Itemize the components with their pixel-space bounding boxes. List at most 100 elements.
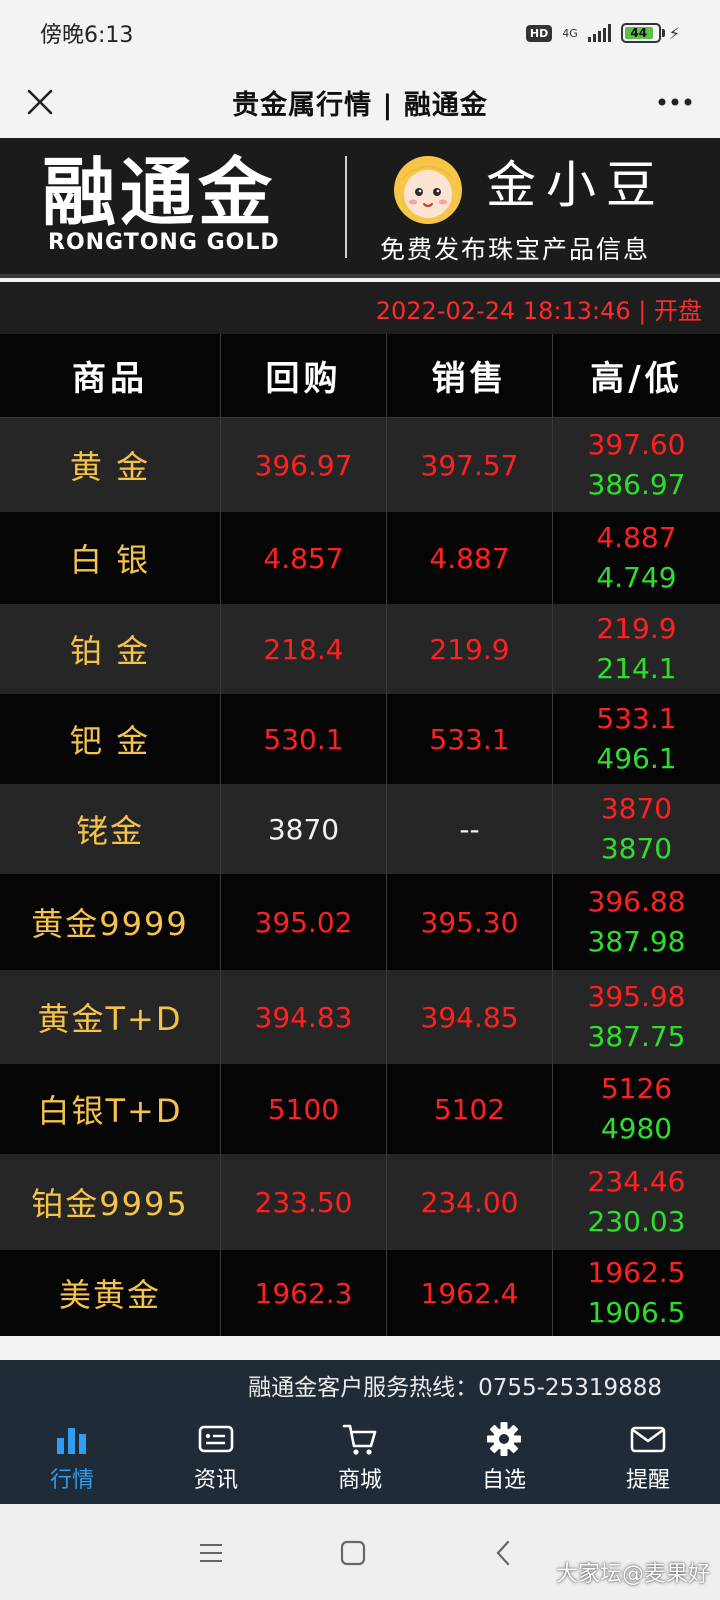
product-name: 白银T+D [0,1064,221,1154]
header-high-low: 高/低 [590,359,683,399]
buyback-price: 4.857 [221,512,387,604]
back-button[interactable] [486,1536,520,1570]
app-root: 傍晚6:13 HD 4G 44 ⚡ 贵金属行情 | 融通金 融通金 RONGTO… [0,0,720,1600]
low-price: 214.1 [596,652,677,685]
buyback-price: 3870 [221,784,387,874]
table-row[interactable]: 钯 金 530.1 533.1 533.1 496.1 [0,694,720,784]
nav-shop[interactable]: 商城 [288,1410,432,1504]
close-icon [27,89,53,115]
hotline-text: 融通金客户服务热线：0755-25319888 [248,1375,662,1401]
high-price: 533.1 [596,702,677,735]
product-name: 钯 金 [0,694,221,784]
nav-news[interactable]: 资讯 [144,1410,288,1504]
mail-icon [630,1426,666,1453]
high-price: 219.9 [596,612,677,645]
high-low: 1962.5 1906.5 [553,1250,720,1336]
low-price: 386.97 [587,468,686,501]
low-price: 230.03 [587,1205,686,1238]
home-button[interactable] [336,1536,370,1570]
high-low: 533.1 496.1 [553,694,720,784]
banner-divider [345,156,347,258]
charging-icon: ⚡ [668,23,680,43]
quote-table: 商品 回购 销售 高/低 黄 金 396.97 397.57 397.60 386.97… [0,334,720,1336]
gear-icon [487,1422,521,1456]
table-row[interactable]: 白 银 4.857 4.887 4.887 4.749 [0,512,720,604]
table-row[interactable]: 美黄金 1962.3 1962.4 1962.5 1906.5 [0,1250,720,1336]
high-price: 3870 [600,792,673,825]
buyback-price: 5100 [221,1064,387,1154]
market-timestamp: 2022-02-24 18:13:46 | 开盘 [375,296,702,325]
header-sell: 销售 [387,334,553,417]
buyback-price: 396.97 [221,418,387,512]
sell-price: 234.00 [387,1154,553,1250]
buyback-price: 395.02 [221,874,387,970]
table-row[interactable]: 铑金 3870 -- 3870 3870 [0,784,720,874]
sell-price: 397.57 [387,418,553,512]
high-price: 5126 [600,1072,673,1105]
logo-english: RONGTONG GOLD [48,230,280,255]
title-bar: 贵金属行情 | 融通金 [0,66,720,138]
close-button[interactable] [20,82,60,122]
table-body: 黄 金 396.97 397.57 397.60 386.97 白 银 4.857 4.887… [0,418,720,1336]
brand-name: 金小豆 [486,156,666,214]
high-low: 396.88 387.98 [553,874,720,970]
sell-price: 395.30 [387,874,553,970]
low-price: 387.75 [587,1020,686,1053]
header-buyback: 回购 [221,334,387,417]
sell-price: 1962.4 [387,1250,553,1336]
product-name: 铂 金 [0,604,221,694]
sell-price: 533.1 [387,694,553,784]
nav-watchlist[interactable]: 自选 [432,1410,576,1504]
high-price: 1962.5 [587,1256,686,1289]
mascot-icon [394,156,462,224]
nav-label: 行情 [49,1468,94,1493]
product-name: 铑金 [0,784,221,874]
low-price: 4.749 [596,561,677,594]
bottom-nav: 行情 资讯 商城 自选 提醒 [0,1410,720,1504]
news-card-icon [198,1425,234,1453]
sell-price: 5102 [387,1064,553,1154]
network-type: 4G [562,26,578,40]
brand-tagline: 免费发布珠宝产品信息 [380,235,651,264]
table-row[interactable]: 黄 金 396.97 397.57 397.60 386.97 [0,418,720,512]
nav-quotes[interactable]: 行情 [0,1410,144,1504]
brand-banner: 融通金 RONGTONG GOLD 金小豆 免费发布珠宝产品信息 [0,138,720,278]
sell-price: 4.887 [387,512,553,604]
buyback-price: 394.83 [221,970,387,1064]
table-row[interactable]: 铂 金 218.4 219.9 219.9 214.1 [0,604,720,694]
buyback-price: 1962.3 [221,1250,387,1336]
nav-label: 商城 [337,1468,382,1493]
hd-icon: HD [525,24,553,42]
table-row[interactable]: 铂金9995 233.50 234.00 234.46 230.03 [0,1154,720,1250]
battery-level: 44 [624,26,653,40]
product-name: 黄金9999 [0,874,221,970]
nav-alerts[interactable]: 提醒 [576,1410,720,1504]
battery-icon: 44 ⚡ [620,23,680,43]
high-low: 219.9 214.1 [553,604,720,694]
back-chevron-icon [496,1540,510,1566]
more-button[interactable] [650,82,700,122]
low-price: 496.1 [596,742,677,775]
status-bar: 傍晚6:13 HD 4G 44 ⚡ [0,0,720,66]
table-row[interactable]: 白银T+D 5100 5102 5126 4980 [0,1064,720,1154]
high-price: 397.60 [587,428,686,461]
menu-button[interactable] [194,1536,228,1570]
high-low: 234.46 230.03 [553,1154,720,1250]
buyback-price: 218.4 [221,604,387,694]
status-icons: HD 4G 44 ⚡ [525,23,680,43]
sell-price: 394.85 [387,970,553,1064]
buyback-price: 530.1 [221,694,387,784]
menu-icon [200,1544,222,1562]
page-title: 贵金属行情 | 融通金 [232,89,488,121]
signal-icon [587,24,611,42]
product-name: 白 银 [0,512,221,604]
table-row[interactable]: 黄金9999 395.02 395.30 396.88 387.98 [0,874,720,970]
high-low: 3870 3870 [553,784,720,874]
status-time: 傍晚6:13 [40,23,134,48]
high-price: 234.46 [587,1165,686,1198]
sell-price: -- [387,784,553,874]
product-name: 黄金T+D [0,970,221,1064]
table-header: 商品 回购 销售 高/低 [0,334,720,418]
table-row[interactable]: 黄金T+D 394.83 394.85 395.98 387.75 [0,970,720,1064]
low-price: 1906.5 [587,1296,686,1329]
